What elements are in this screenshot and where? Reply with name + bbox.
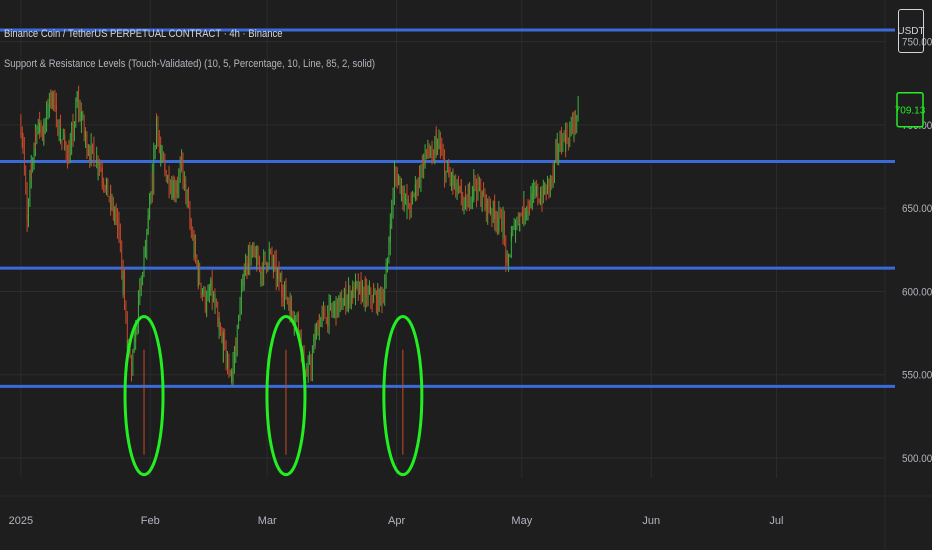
- price-tick-label-1: 550.00: [902, 370, 932, 382]
- time-tick-label-3: Apr: [388, 515, 405, 527]
- last-price-label: 709.13: [895, 106, 926, 117]
- symbol-title: Binance Coin / TetherUS PERPETUAL CONTRA…: [4, 28, 283, 40]
- time-tick-label-4: May: [511, 515, 532, 527]
- time-tick-label-5: Jun: [642, 515, 660, 527]
- time-tick-label-6: Jul: [769, 515, 783, 527]
- price-tick-label-2: 600.00: [902, 287, 932, 299]
- price-tick-label-3: 650.00: [902, 204, 932, 216]
- time-tick-label-0: 2025: [9, 515, 33, 527]
- chart-background: [0, 0, 932, 550]
- time-tick-label-1: Feb: [141, 515, 160, 527]
- indicator-legend[interactable]: Support & Resistance Levels (Touch-Valid…: [4, 58, 375, 70]
- price-tick-label-0: 500.00: [902, 454, 932, 466]
- price-chart[interactable]: 500.00550.00600.00650.00700.00750.00709.…: [0, 0, 932, 550]
- currency-unit-badge[interactable]: USDT: [897, 9, 925, 53]
- time-tick-label-2: Mar: [258, 515, 277, 527]
